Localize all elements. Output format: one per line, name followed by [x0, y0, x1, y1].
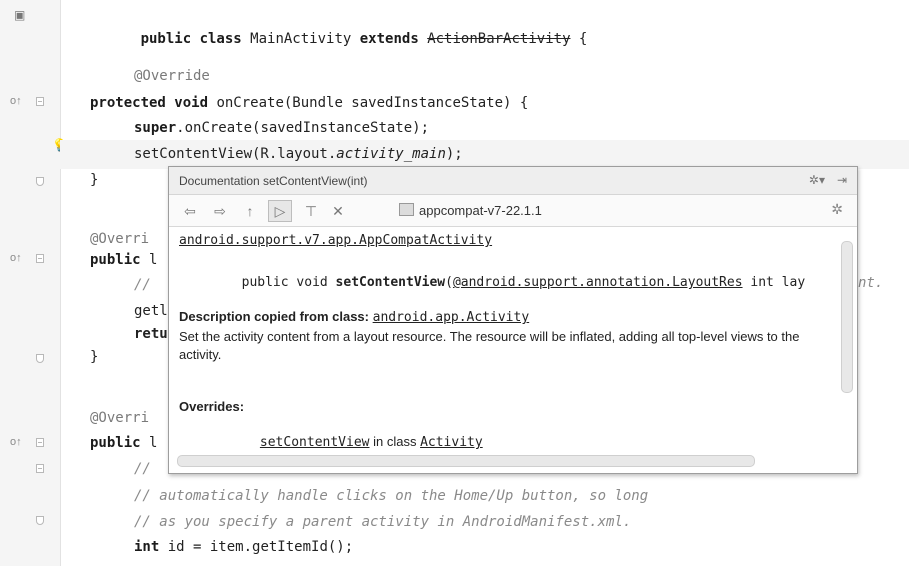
keyword: int: [134, 539, 160, 555]
brace: }: [90, 349, 99, 365]
description-class-link[interactable]: android.app.Activity: [373, 310, 530, 325]
method-signature: onCreate(Bundle savedInstanceState) {: [208, 95, 529, 111]
deprecated-class: ActionBarActivity: [427, 31, 571, 47]
current-code-line[interactable]: setContentView(R.layout.activity_main);: [60, 140, 909, 169]
brace: }: [90, 172, 99, 188]
annotation: @Overri: [90, 410, 150, 426]
edit-source-icon[interactable]: ▷: [268, 200, 292, 222]
keyword: public: [90, 435, 141, 451]
overrides-label: Overrides:: [179, 399, 245, 414]
sig-method: setContentView: [335, 275, 446, 290]
keyword: protected void: [90, 95, 209, 111]
pin-icon[interactable]: ⇥: [837, 173, 847, 187]
doc-content: android.support.v7.app.AppCompatActivity…: [169, 227, 837, 450]
class-name: MainActivity: [241, 31, 360, 47]
library-label: appcompat-v7-22.1.1: [399, 203, 542, 218]
sig-rest: int lay: [742, 275, 806, 290]
description-text: Set the activity content from a layout r…: [179, 329, 800, 362]
annotation: @Override: [134, 68, 210, 84]
popup-title-bar[interactable]: Documentation setContentView(int) ✲▾ ⇥: [169, 167, 857, 195]
code-line[interactable]: @Override: [0, 62, 909, 91]
library-icon: [399, 203, 414, 216]
popup-toolbar: ⇦ ⇨ ↑ ▷ ⊤ ✕ appcompat-v7-22.1.1 ✲: [169, 195, 857, 227]
documentation-popup[interactable]: Documentation setContentView(int) ✲▾ ⇥ ⇦…: [168, 166, 858, 474]
code-editor[interactable]: ▣ o↑ 💡 o↑ o↑ public class MainActivity e…: [0, 0, 909, 566]
overrides-class-link[interactable]: Activity: [420, 435, 483, 450]
horizontal-scrollbar[interactable]: [177, 455, 755, 467]
keyword: extends: [359, 31, 419, 47]
keyword: super: [134, 120, 177, 136]
overrides-in: in class: [369, 434, 421, 449]
code-line[interactable]: super.onCreate(savedInstanceState);: [0, 114, 909, 143]
method-signature: public void setContentView(@android.supp…: [179, 260, 806, 305]
keyword: public: [90, 252, 141, 268]
back-arrow-icon[interactable]: ⇦: [179, 201, 201, 221]
method-signature: l: [140, 252, 158, 268]
vertical-scrollbar[interactable]: [841, 241, 853, 393]
brace: {: [570, 31, 588, 47]
statement: setContentView(R.layout.: [134, 146, 337, 162]
code-line[interactable]: // automatically handle clicks on the Ho…: [0, 482, 909, 511]
annotation-link[interactable]: @android.support.annotation.LayoutRes: [453, 275, 743, 290]
statement-end: );: [445, 146, 463, 162]
external-doc-icon[interactable]: ⊤: [300, 201, 322, 221]
comment: //: [134, 277, 160, 293]
keyword: public class: [140, 31, 242, 47]
close-icon[interactable]: ✕: [327, 201, 349, 221]
statement: .onCreate(savedInstanceState);: [176, 120, 430, 136]
sig-paren: (: [445, 275, 453, 290]
description-label: Description copied from class:: [179, 309, 369, 324]
forward-arrow-icon[interactable]: ⇨: [209, 201, 231, 221]
settings-dropdown-icon[interactable]: ✲▾: [809, 173, 825, 187]
popup-title: Documentation setContentView(int): [179, 174, 368, 188]
comment: //: [134, 461, 151, 477]
statement: getl: [134, 303, 168, 319]
code-line[interactable]: int id = item.getItemId();: [0, 533, 909, 562]
comment-overflow: nt.: [858, 275, 884, 291]
comment: // as you specify a parent activity in A…: [134, 514, 632, 530]
overrides-method-link[interactable]: setContentView: [260, 435, 370, 450]
library-name: appcompat-v7-22.1.1: [419, 203, 542, 218]
field-reference: activity_main: [336, 146, 446, 162]
statement: id = item.getItemId();: [159, 539, 354, 555]
sig-prefix: public void: [241, 275, 336, 290]
statement: retu: [134, 326, 168, 342]
comment: // automatically handle clicks on the Ho…: [134, 488, 649, 504]
class-link[interactable]: android.support.v7.app.AppCompatActivity: [179, 233, 492, 248]
up-arrow-icon[interactable]: ↑: [239, 201, 261, 221]
gear-icon[interactable]: ✲: [831, 201, 843, 218]
code-line[interactable]: public class MainActivity extends Action…: [0, 5, 909, 47]
method-signature: l: [140, 435, 158, 451]
